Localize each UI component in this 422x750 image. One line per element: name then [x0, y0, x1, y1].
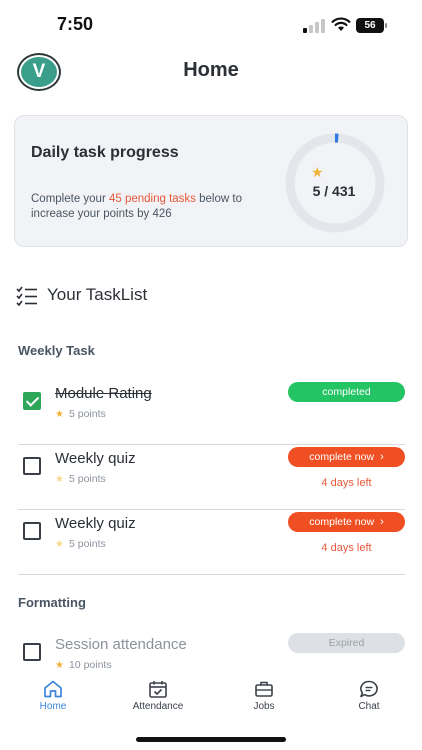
task-points-label: 5 points	[68, 408, 106, 420]
chevron-right-icon: ›	[380, 451, 384, 463]
completed-badge: completed	[288, 382, 405, 402]
nav-item-jobs[interactable]: Jobs	[224, 680, 304, 712]
checklist-icon	[16, 286, 37, 306]
battery-tip	[385, 23, 387, 28]
status-bar: 7:50 56	[0, 0, 422, 48]
nav-label: Attendance	[132, 701, 184, 712]
due-text: 4 days left	[321, 477, 372, 489]
task-row[interactable]: Module Rating ★ 5 points completed	[18, 380, 405, 445]
complete-now-label: complete now	[309, 451, 375, 463]
complete-now-button[interactable]: complete now ›	[288, 512, 405, 532]
card-title: Daily task progress	[31, 144, 179, 161]
briefcase-icon	[255, 681, 273, 697]
status-time: 7:50	[57, 14, 94, 34]
due-text: 4 days left	[321, 542, 372, 554]
nav-label: Jobs	[253, 701, 275, 712]
expired-label: Expired	[328, 637, 365, 649]
completed-label: completed	[322, 386, 371, 398]
task-points: ★ 5 points	[55, 473, 106, 485]
task-points: ★ 5 points	[55, 538, 106, 550]
star-icon: ★	[311, 164, 324, 180]
task-name: Session attendance	[55, 636, 187, 653]
nav-label: Home	[39, 701, 67, 712]
daily-progress-card: Daily task progress Complete your 45 pen…	[14, 115, 408, 247]
pending-tasks-highlight: 45 pending tasks	[108, 193, 196, 205]
home-icon	[44, 680, 62, 698]
task-checkbox[interactable]	[23, 457, 41, 475]
task-row[interactable]: Weekly quiz ★ 5 points complete now › 4 da…	[18, 445, 405, 510]
task-points-label: 5 points	[68, 473, 106, 485]
card-description: Complete your 45 pending tasks below to …	[31, 192, 261, 222]
complete-now-label: complete now	[309, 516, 375, 528]
home-indicator	[136, 737, 286, 742]
progress-value: 5 / 431	[312, 183, 356, 199]
wifi-icon	[331, 17, 351, 31]
nav-label: Chat	[358, 701, 380, 712]
nav-item-home[interactable]: Home	[13, 680, 93, 712]
nav-item-attendance[interactable]: Attendance	[118, 680, 198, 712]
calendar-check-icon	[149, 681, 167, 698]
battery-icon: 56	[356, 18, 384, 33]
task-name: Weekly quiz	[55, 515, 136, 532]
task-row[interactable]: Weekly quiz ★ 5 points complete now › 4 da…	[18, 510, 405, 575]
chat-bubble-icon	[360, 680, 378, 698]
task-checkbox[interactable]	[23, 643, 41, 661]
section-title-formatting: Formatting	[18, 595, 86, 610]
task-name: Module Rating	[55, 385, 152, 402]
chevron-right-icon: ›	[380, 516, 384, 528]
task-checkbox[interactable]	[23, 392, 41, 410]
expired-badge: Expired	[288, 633, 405, 653]
page-title: Home	[183, 59, 239, 81]
desc-prefix: Complete your	[31, 193, 109, 205]
task-points-label: 5 points	[68, 538, 106, 550]
tasklist-title: Your TaskList	[47, 285, 148, 304]
task-points: ★ 5 points	[55, 408, 106, 420]
task-name: Weekly quiz	[55, 450, 136, 467]
star-icon: ★	[55, 474, 64, 485]
star-icon: ★	[55, 539, 64, 550]
complete-now-button[interactable]: complete now ›	[288, 447, 405, 467]
section-title-weekly-task: Weekly Task	[18, 343, 95, 358]
task-checkbox[interactable]	[23, 522, 41, 540]
nav-item-chat[interactable]: Chat	[329, 680, 409, 712]
cellular-signal-icon	[303, 19, 325, 33]
star-icon: ★	[55, 409, 64, 420]
